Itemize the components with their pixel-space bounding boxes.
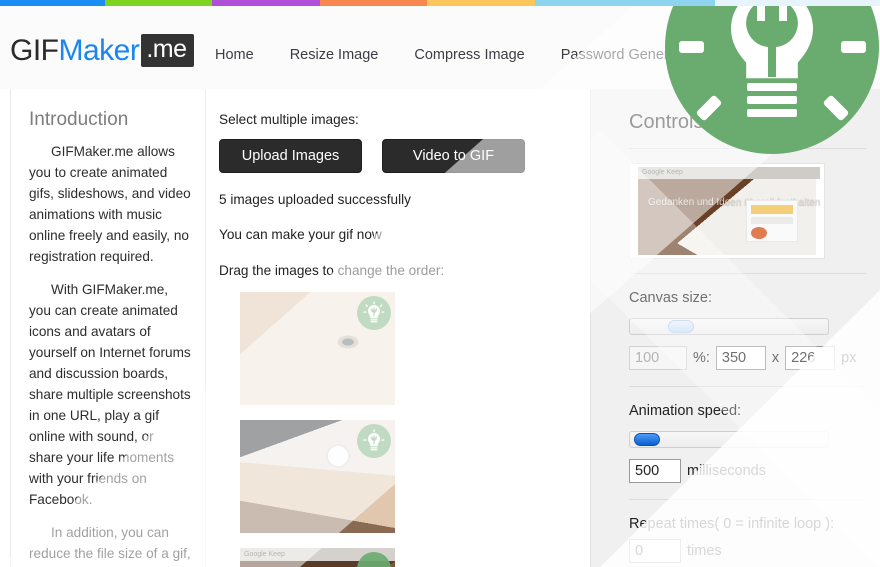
animation-speed-slider-handle[interactable] <box>634 433 660 446</box>
top-color-strip <box>0 0 880 6</box>
drag-order-label: Drag the images to change the order: <box>219 263 445 278</box>
thumbnail-watch[interactable] <box>240 420 395 533</box>
repeat-times-input[interactable] <box>629 539 681 563</box>
canvas-size-label: Canvas size: <box>629 290 713 306</box>
ready-message: You can make your gif now <box>219 227 382 242</box>
site-logo[interactable]: GIFMaker .me <box>10 34 194 68</box>
canvas-size-slider-handle[interactable] <box>668 320 694 333</box>
controls-title: Controls <box>629 111 704 133</box>
nav-item-password-generator[interactable]: Password Generator <box>543 47 712 63</box>
preview-card <box>746 200 798 242</box>
site-header: GIFMaker .me Home Resize Image Compress I… <box>0 6 880 89</box>
preview-area: Google Keep Gedanken und Ideen überall f… <box>591 149 880 273</box>
dimension-separator: x <box>771 350 780 366</box>
upload-images-button[interactable]: Upload Images <box>219 139 362 173</box>
video-to-gif-button[interactable]: Video to GIF <box>382 139 525 173</box>
color-seg-skyblue <box>535 0 715 6</box>
repeat-times-fields: times <box>629 539 866 563</box>
upload-column: Select multiple images: Upload Images Vi… <box>207 89 590 567</box>
percent-unit-label: %: <box>693 350 710 366</box>
select-images-label: Select multiple images: <box>219 112 359 127</box>
color-seg-purple <box>212 0 320 6</box>
times-label: times <box>687 543 722 559</box>
repeat-times-section: Repeat times( 0 = infinite loop ): times <box>591 500 880 567</box>
canvas-height-input[interactable] <box>785 346 836 370</box>
logo-text-gif: GIF <box>10 34 59 67</box>
canvas-size-slider[interactable] <box>629 318 829 335</box>
page-body: Introduction GIFMaker.me allows you to c… <box>0 89 880 567</box>
gif-preview[interactable]: Google Keep Gedanken und Ideen überall f… <box>629 163 825 259</box>
nav-item-disposable-email[interactable]: Disposable E <box>712 47 833 63</box>
px-unit-label: px <box>841 350 857 366</box>
color-seg-amber <box>427 0 535 6</box>
milliseconds-label: milliseconds <box>687 463 766 479</box>
canvas-size-section: Canvas size: %: x px <box>591 274 880 386</box>
animation-speed-input[interactable] <box>629 459 681 483</box>
color-seg-blue <box>0 0 105 6</box>
animation-speed-label: Animation speed: <box>629 403 742 419</box>
main-navigation: Home Resize Image Compress Image Passwor… <box>215 47 833 63</box>
thumbnail-google-keep[interactable]: Google Keep <box>240 548 395 567</box>
repeat-times-label: Repeat times( 0 = infinite loop ): <box>629 516 835 532</box>
preview-caption: Google Keep <box>638 167 820 179</box>
sidebar-paragraph-1: GIFMaker.me allows you to create animate… <box>29 144 191 264</box>
nav-item-compress-image[interactable]: Compress Image <box>396 47 542 63</box>
nav-item-resize-image[interactable]: Resize Image <box>272 47 397 63</box>
canvas-size-fields: %: x px <box>629 346 866 370</box>
sidebar-title: Introduction <box>29 109 129 130</box>
logo-text-me: .me <box>141 34 194 67</box>
color-seg-green <box>105 0 212 6</box>
nav-item-home[interactable]: Home <box>215 47 272 63</box>
canvas-percent-input[interactable] <box>629 346 687 370</box>
sidebar-paragraph-3: In addition, you can reduce the file siz… <box>29 525 191 561</box>
animation-speed-section: Animation speed: milliseconds <box>591 387 880 499</box>
logo-text-maker: Maker <box>58 34 140 67</box>
upload-buttons-row: Upload Images Video to GIF <box>219 139 590 173</box>
color-seg-orange <box>320 0 427 6</box>
upload-success-message: 5 images uploaded successfully <box>219 192 411 207</box>
sidebar-paragraph-2: With GIFMaker.me, you can create animate… <box>29 282 191 507</box>
page-root: GIFMaker .me Home Resize Image Compress I… <box>0 0 880 567</box>
introduction-sidebar: Introduction GIFMaker.me allows you to c… <box>10 89 206 567</box>
animation-speed-slider[interactable] <box>629 431 829 448</box>
thumbnail-face[interactable] <box>240 292 395 405</box>
lightbulb-wrench-icon <box>357 424 391 458</box>
animation-speed-fields: milliseconds <box>629 459 866 483</box>
controls-panel: Controls Google Keep Gedanken und Ideen … <box>590 89 880 567</box>
color-seg-pale <box>715 0 880 6</box>
canvas-width-input[interactable] <box>715 346 766 370</box>
lightbulb-wrench-icon <box>357 296 391 330</box>
